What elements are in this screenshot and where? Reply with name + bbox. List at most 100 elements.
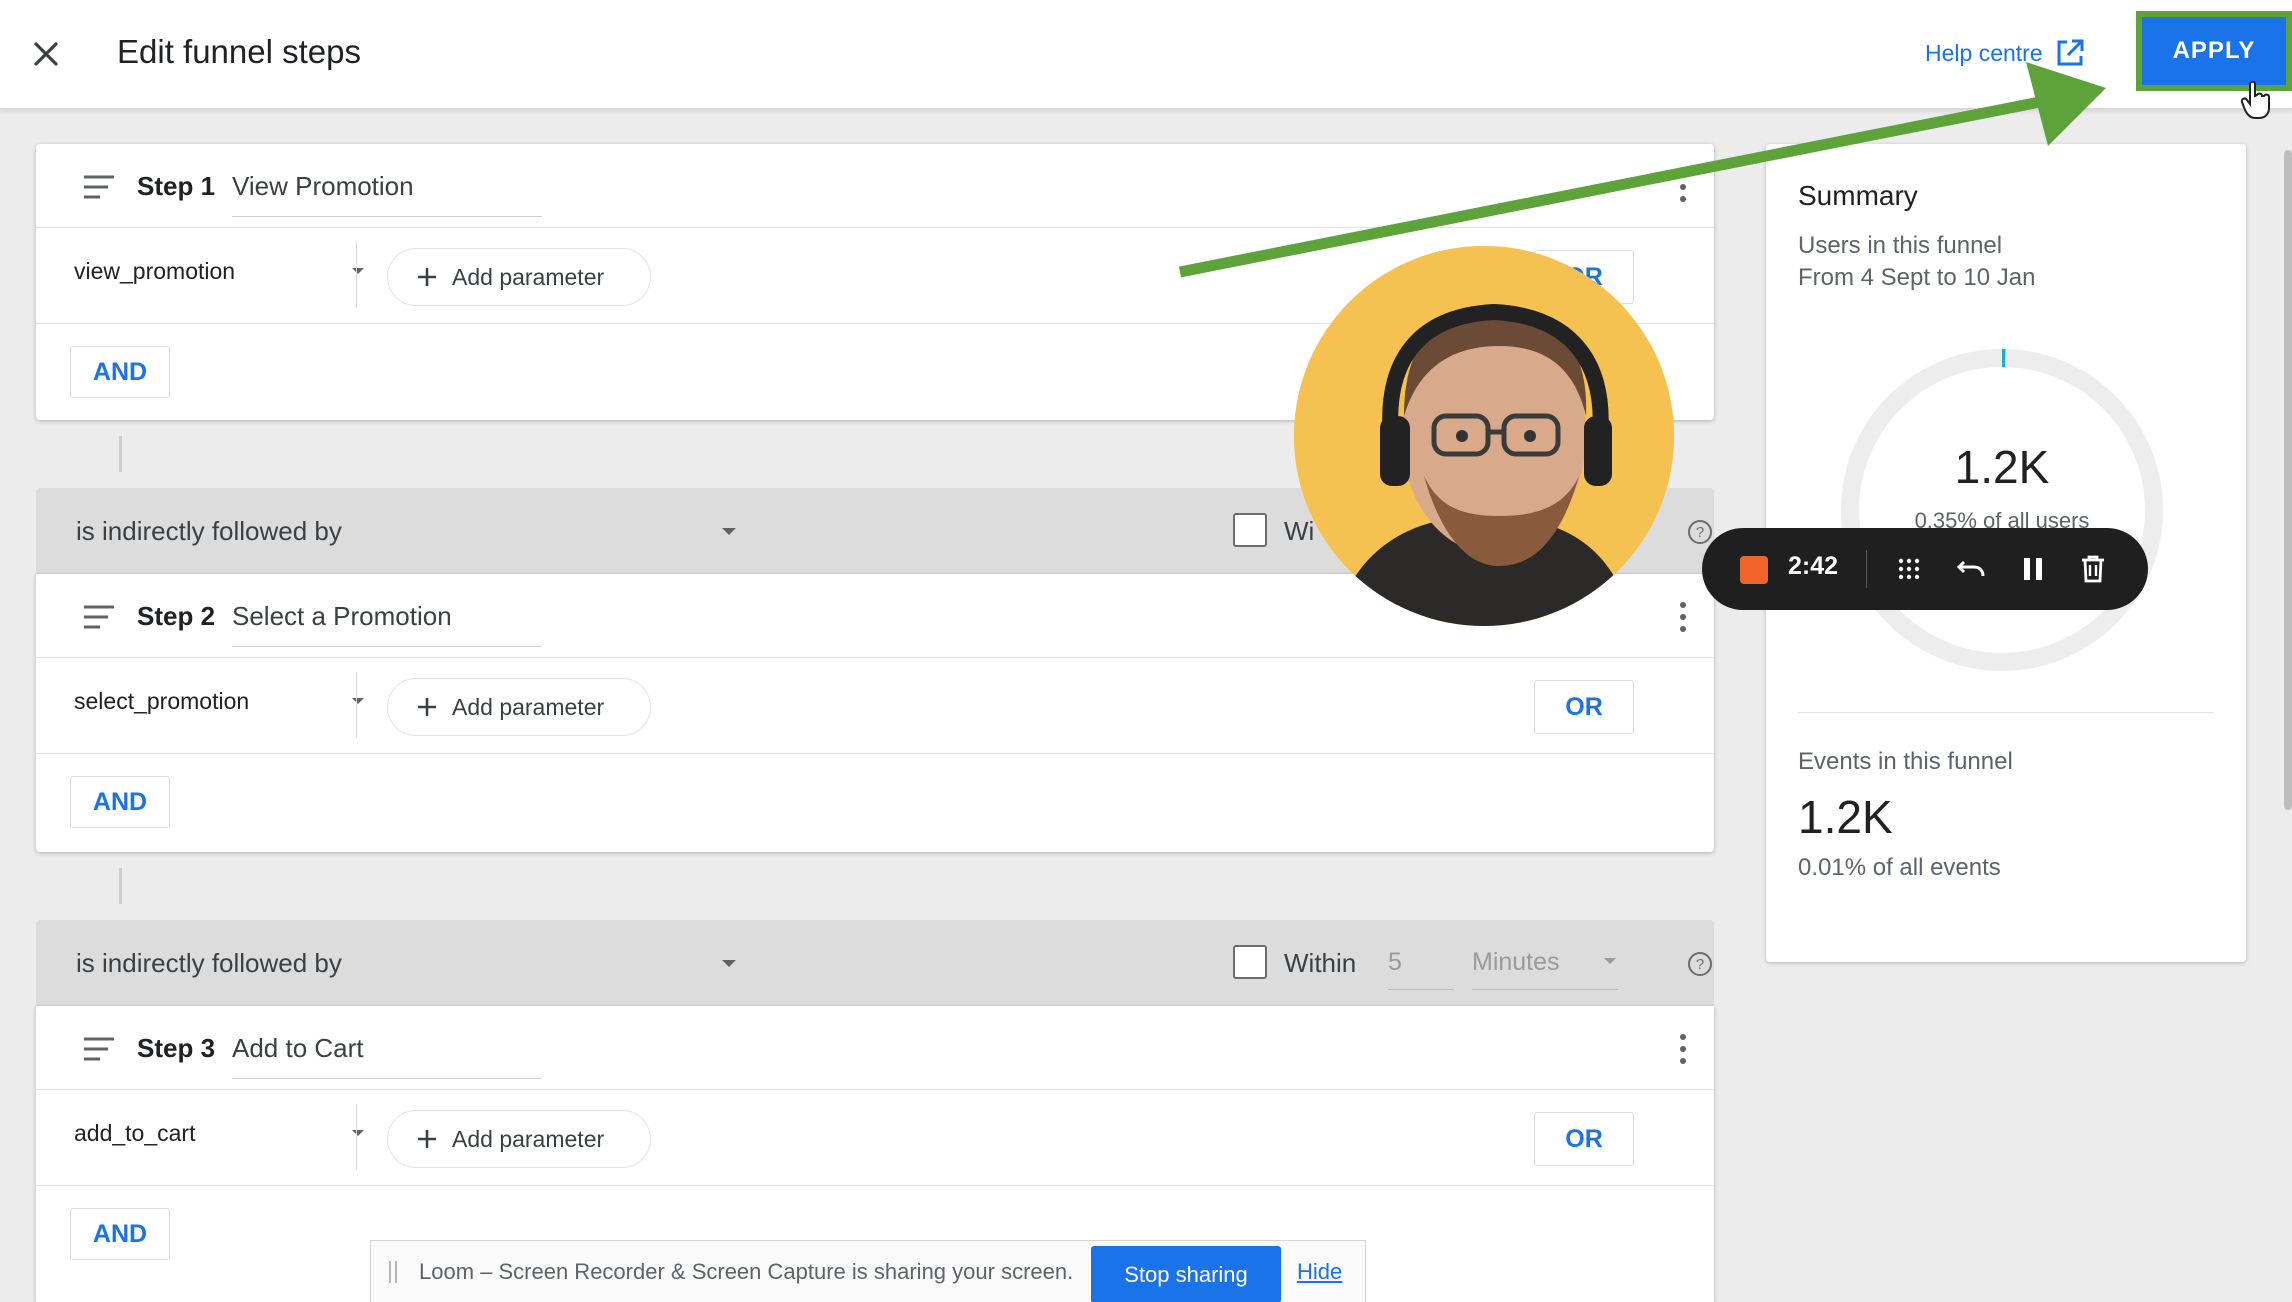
within-label: Wi [1284, 516, 1315, 546]
users-label: Users in this funnel [1798, 232, 2003, 259]
event-dropdown[interactable]: add_to_cart [74, 1120, 364, 1147]
webcam-bubble[interactable] [1294, 246, 1674, 626]
add-parameter-button[interactable]: Add parameter [387, 248, 651, 306]
within-checkbox[interactable] [1233, 945, 1267, 979]
users-value: 1.2K [1954, 441, 2050, 493]
hide-link[interactable]: Hide [1297, 1259, 1342, 1285]
help-icon[interactable]: ? [1688, 520, 1712, 544]
users-info: Users in this funnel From 4 Sept to 10 J… [1798, 230, 2035, 294]
open-in-new-icon [2057, 39, 2084, 66]
dropdown-arrow-icon [722, 960, 736, 967]
pause-button[interactable] [2016, 552, 2050, 586]
events-percentage: 0.01% of all events [1798, 854, 2001, 881]
dropdown-arrow-icon [352, 698, 364, 704]
add-parameter-label: Add parameter [452, 263, 605, 290]
within-unit-label: Minutes [1472, 948, 1560, 976]
within-value-input[interactable]: 5 [1388, 948, 1454, 990]
more-options-button[interactable] [1678, 602, 1688, 632]
follow-condition-dropdown[interactable]: is indirectly followed by [76, 948, 736, 979]
add-parameter-label: Add parameter [452, 1125, 605, 1152]
or-button[interactable]: OR [1534, 680, 1634, 734]
step-header: Step 3 Add to Cart [36, 1006, 1714, 1090]
divider [356, 672, 357, 738]
events-value: 1.2K [1798, 791, 1893, 843]
add-parameter-button[interactable]: Add parameter [387, 1110, 651, 1168]
plus-icon [418, 268, 436, 286]
follow-condition-label: is indirectly followed by [76, 948, 342, 978]
restart-button[interactable] [1954, 552, 1988, 586]
add-parameter-label: Add parameter [452, 693, 605, 720]
step-condition-row: add_to_cart Add parameter OR [36, 1090, 1714, 1186]
divider [1866, 550, 1867, 588]
dropdown-arrow-icon [352, 268, 364, 274]
follow-condition-label: is indirectly followed by [76, 516, 342, 546]
users-donut-chart: 1.2K 0.35% of all users [1832, 340, 2172, 680]
event-name: add_to_cart [74, 1120, 196, 1146]
follow-condition-bar: is indirectly followed by Within 5 Minut… [36, 920, 1714, 1006]
top-bar: Edit funnel steps Help centre APPLY [0, 0, 2292, 110]
event-name: select_promotion [74, 688, 250, 714]
more-options-button[interactable] [1678, 172, 1688, 202]
recording-control-bar: 2:42 [1702, 528, 2148, 610]
summary-title: Summary [1798, 180, 1918, 211]
undo-icon [1956, 560, 1985, 577]
dropdown-arrow-icon [1604, 958, 1616, 964]
recording-timer: 2:42 [1788, 552, 1839, 580]
delete-recording-button[interactable] [2076, 552, 2110, 586]
drag-handle-icon[interactable] [82, 1036, 116, 1062]
plus-icon [418, 698, 436, 716]
or-button[interactable]: OR [1534, 1112, 1634, 1166]
help-centre-label: Help centre [1925, 39, 2043, 66]
step-header: Step 1 View Promotion [36, 144, 1714, 228]
within-unit-dropdown[interactable]: Minutes [1472, 948, 1618, 990]
step-number: Step 2 [137, 601, 216, 631]
event-dropdown[interactable]: view_promotion [74, 258, 364, 285]
presenter-image [1294, 246, 1674, 626]
dropdown-arrow-icon [722, 528, 736, 535]
add-parameter-button[interactable]: Add parameter [387, 678, 651, 736]
page-title: Edit funnel steps [117, 33, 361, 70]
help-centre-link[interactable]: Help centre [1925, 38, 2085, 68]
draw-tools-button[interactable] [1892, 552, 1926, 586]
pause-icon [2024, 558, 2042, 580]
and-row: AND [36, 754, 1714, 850]
divider [356, 1104, 357, 1170]
divider [1798, 712, 2214, 713]
event-name: view_promotion [74, 258, 236, 284]
close-icon [34, 42, 58, 66]
stop-recording-button[interactable] [1740, 556, 1768, 584]
drag-handle-icon[interactable] [82, 604, 116, 630]
and-button[interactable]: AND [70, 776, 170, 828]
drag-handle-icon[interactable] [389, 1261, 397, 1283]
event-dropdown[interactable]: select_promotion [74, 688, 364, 715]
divider [356, 242, 357, 308]
and-button[interactable]: AND [70, 1208, 170, 1260]
grid-dots-icon [1898, 558, 1920, 580]
drag-handle-icon[interactable] [82, 174, 116, 200]
apply-button[interactable]: APPLY [2142, 17, 2286, 85]
events-label: Events in this funnel [1798, 748, 2013, 775]
apply-highlight: APPLY [2136, 11, 2292, 91]
dropdown-arrow-icon [352, 1130, 364, 1136]
step-number: Step 1 [137, 171, 216, 201]
step-connector [119, 436, 122, 472]
step-name-input[interactable]: Select a Promotion [232, 601, 542, 647]
step-number: Step 3 [137, 1033, 216, 1063]
scrollbar[interactable] [2284, 150, 2292, 810]
help-icon[interactable]: ? [1688, 952, 1712, 976]
stop-sharing-button[interactable]: Stop sharing [1091, 1246, 1281, 1302]
step-name-input[interactable]: Add to Cart [232, 1033, 542, 1079]
follow-condition-dropdown[interactable]: is indirectly followed by [76, 516, 736, 547]
close-button[interactable] [26, 34, 66, 74]
step-name-input[interactable]: View Promotion [232, 171, 542, 217]
and-button[interactable]: AND [70, 346, 170, 398]
within-checkbox[interactable] [1233, 513, 1267, 547]
screen-share-bar: Loom – Screen Recorder & Screen Capture … [370, 1240, 1366, 1302]
more-options-button[interactable] [1678, 1034, 1688, 1064]
share-message: Loom – Screen Recorder & Screen Capture … [419, 1259, 1074, 1284]
date-range: From 4 Sept to 10 Jan [1798, 264, 2036, 291]
step-condition-row: select_promotion Add parameter OR [36, 658, 1714, 754]
trash-icon [2082, 555, 2104, 583]
step-connector [119, 868, 122, 904]
within-label: Within [1284, 948, 1357, 978]
